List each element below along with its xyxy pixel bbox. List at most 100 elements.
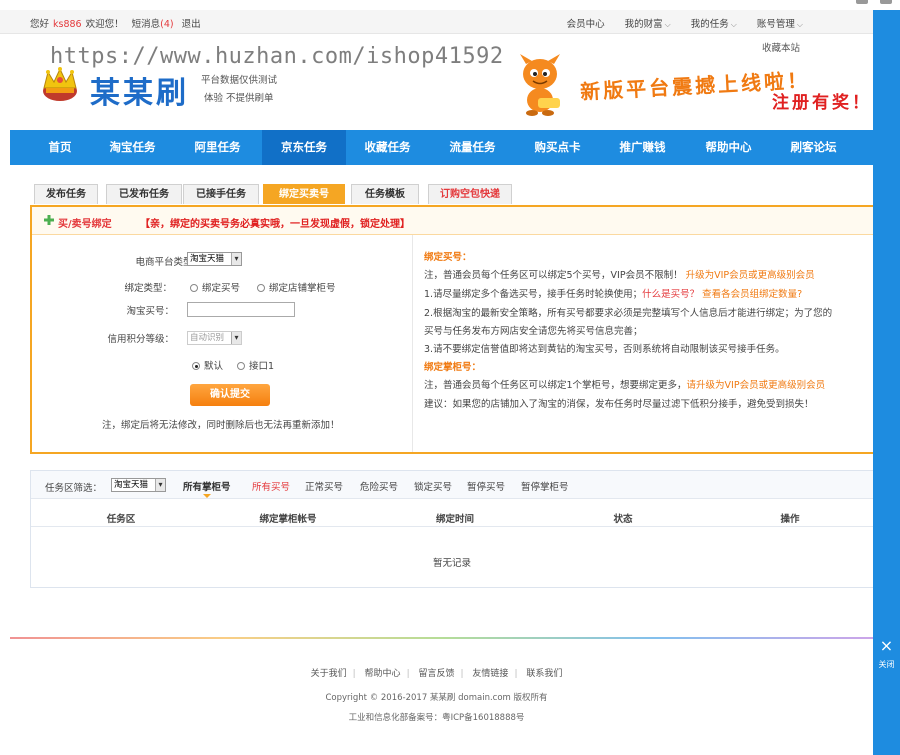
- bind-account-panel: 买/卖号绑定 【亲，绑定的买卖号务必真实哦，一旦发现虚假，锁定处理】 电商平台类…: [30, 205, 873, 454]
- footer-separator: |: [406, 669, 410, 679]
- close-icon[interactable]: ×: [873, 636, 900, 655]
- seller-info-title: 绑定掌柜号：: [424, 362, 482, 373]
- nav-buy-cards[interactable]: 购买点卡: [525, 130, 590, 165]
- tab-order-express[interactable]: 订购空包快递: [428, 184, 512, 204]
- platform-select[interactable]: 淘宝天猫: [187, 252, 242, 266]
- logout-link[interactable]: 退出: [182, 19, 201, 30]
- radio-interface-1[interactable]: 接口1: [237, 358, 274, 372]
- tab-task-templates[interactable]: 任务模板: [351, 184, 419, 204]
- promo-banner-register[interactable]: 注册有奖！: [772, 88, 872, 113]
- credit-level-select[interactable]: 自动识别: [187, 331, 242, 345]
- footer-link-help[interactable]: 帮助中心: [365, 669, 401, 679]
- footer-link-feedback[interactable]: 留言反馈: [418, 669, 454, 679]
- seller-info-line-1-text: 注，普通会员每个任务区可以绑定1个掌柜号，想要绑定更多，: [424, 380, 687, 391]
- filter-tab-paused-sellers[interactable]: 暂停掌柜号: [521, 479, 569, 493]
- buyer-info-line-4: 买号与任务发布方网店安全请您先将买号信息完善；: [424, 326, 643, 337]
- member-center-link[interactable]: 会员中心: [567, 19, 605, 30]
- footer-copyright: Copyright © 2016-2017 某某刷 domain.com 版权所…: [325, 693, 548, 703]
- nav-traffic-tasks[interactable]: 流量任务: [440, 130, 505, 165]
- user-greeting: 您好 ks886 欢迎您！ 短消息(4) 退出: [30, 16, 201, 30]
- buyer-info-title: 绑定买号：: [424, 252, 472, 263]
- filter-platform-select[interactable]: 淘宝天猫: [111, 478, 166, 492]
- filter-tab-paused-buyers[interactable]: 暂停买号: [467, 479, 505, 493]
- footer-divider: [10, 637, 873, 639]
- tab-bind-accounts[interactable]: 绑定买卖号: [263, 184, 345, 204]
- filter-tab-all-buyers[interactable]: 所有买号: [252, 479, 290, 493]
- username-link[interactable]: ks886: [53, 19, 82, 30]
- my-wealth-link[interactable]: 我的财富: [625, 19, 671, 30]
- filter-tab-normal-buyers[interactable]: 正常买号: [305, 479, 343, 493]
- record-filter-bar: 任务区筛选： 淘宝天猫 所有掌柜号 所有买号 正常买号 危险买号 锁定买号 暂停…: [31, 471, 873, 499]
- filter-tab-locked-buyers[interactable]: 锁定买号: [414, 479, 452, 493]
- footer-links: 关于我们 | 帮助中心 | 留言反馈 | 友情链接 | 联系我们: [0, 666, 873, 679]
- nav-home[interactable]: 首页: [30, 130, 90, 165]
- window-corner-icon: [880, 0, 892, 4]
- nav-favorite-tasks[interactable]: 收藏任务: [355, 130, 420, 165]
- view-bind-count-link[interactable]: 查看各会员组绑定数量?: [702, 289, 802, 300]
- radio-bind-buyer[interactable]: 绑定买号: [190, 280, 240, 294]
- upgrade-vip-link[interactable]: 升级为VIP会员或更高级别会员: [686, 270, 815, 281]
- radio-bind-seller[interactable]: 绑定店铺掌柜号: [257, 280, 336, 294]
- footer-icp[interactable]: 工业和信息化部备案号：粤ICP备16018888号: [0, 711, 873, 723]
- radio-bind-buyer-label: 绑定买号: [202, 283, 241, 294]
- logo-text[interactable]: 某某刷: [90, 68, 189, 112]
- footer-separator: |: [514, 669, 518, 679]
- buyer-info-line-3: 2.根据淘宝的最新安全策略，所有买号都要求必须是完整填写个人信息后才能进行绑定；…: [424, 308, 833, 319]
- tab-accepted-tasks[interactable]: 已接手任务: [183, 184, 259, 204]
- col-task-area: 任务区: [106, 514, 136, 525]
- buyer-account-label: 淘宝买号：: [126, 306, 174, 317]
- radio-default-label: 默认: [204, 361, 224, 372]
- panel-warning: 【亲，绑定的买卖号务必真实哦，一旦发现虚假，锁定处理】: [140, 219, 410, 230]
- close-label[interactable]: 关闭: [873, 659, 900, 670]
- radio-interface-default[interactable]: 默认: [192, 358, 223, 372]
- bind-type-label: 绑定类型：: [124, 283, 172, 294]
- col-status: 状态: [613, 514, 633, 525]
- account-manage-link[interactable]: 账号管理: [757, 19, 803, 30]
- filter-tab-all-sellers[interactable]: 所有掌柜号: [183, 479, 231, 498]
- footer-link-friends[interactable]: 友情链接: [472, 669, 508, 679]
- panel-title: 买/卖号绑定: [58, 219, 112, 230]
- greeting-text: 您好: [30, 19, 50, 30]
- nav-taobao-tasks[interactable]: 淘宝任务: [100, 130, 165, 165]
- nav-ali-tasks[interactable]: 阿里任务: [185, 130, 250, 165]
- seller-info-line-1: 注，普通会员每个任务区可以绑定1个掌柜号，想要绑定更多，请升级为VIP会员或更高…: [424, 377, 825, 391]
- nav-forum[interactable]: 刷客论坛: [781, 130, 846, 165]
- top-bar: 您好ks886欢迎您！ 短消息(4) 退出 会员中心 我的财富 我的任务 账号管理: [0, 10, 873, 34]
- tab-publish-task[interactable]: 发布任务: [34, 184, 98, 204]
- col-bind-time: 绑定时间: [435, 514, 475, 525]
- footer-separator: |: [352, 669, 356, 679]
- mascot-icon: [520, 54, 560, 116]
- footer-link-contact[interactable]: 联系我们: [526, 669, 562, 679]
- submit-button[interactable]: 确认提交: [190, 384, 270, 406]
- my-tasks-link[interactable]: 我的任务: [691, 19, 737, 30]
- radio-dot: [190, 284, 198, 292]
- messages-link[interactable]: 短消息(4): [132, 19, 174, 30]
- nav-jd-tasks[interactable]: 京东任务: [262, 130, 346, 165]
- bind-note: 注，绑定后将无法修改，同时删除后也无法再重新添加！: [102, 420, 340, 431]
- nav-help-center[interactable]: 帮助中心: [696, 130, 761, 165]
- buyer-info-line-5: 3.请不要绑定信誉值即将达到黄钻的淘宝买号，否则系统将自动限制该买号接手任务。: [424, 344, 785, 355]
- filter-tab-risky-buyers[interactable]: 危险买号: [360, 479, 398, 493]
- panel-header: 买/卖号绑定 【亲，绑定的买卖号务必真实哦，一旦发现虚假，锁定处理】: [32, 207, 873, 235]
- main-nav: 首页 淘宝任务 阿里任务 京东任务 收藏任务 流量任务 购买点卡 推广赚钱 帮助…: [10, 130, 873, 165]
- favorite-link[interactable]: 收藏本站: [762, 40, 800, 54]
- radio-interface-1-label: 接口1: [249, 361, 275, 372]
- nav-promote-earn[interactable]: 推广赚钱: [610, 130, 675, 165]
- footer-link-about[interactable]: 关于我们: [311, 669, 347, 679]
- record-table-header: 任务区 绑定掌柜帐号 绑定时间 状态 操作: [31, 507, 873, 527]
- credit-level-label: 信用积分等级：: [107, 334, 174, 345]
- what-is-buyer-link[interactable]: 什么是买号？: [642, 289, 699, 300]
- messages-count: (4): [160, 19, 174, 30]
- crown-logo-icon: [43, 67, 77, 101]
- right-float-bar: × 关闭: [873, 10, 900, 755]
- logo-subtitle-1: 平台数据仅供测试: [201, 75, 278, 86]
- buyer-account-input[interactable]: [187, 302, 295, 317]
- logo-subtitle-2: 体验 不提供刷单: [204, 93, 274, 104]
- welcome-text: 欢迎您！: [85, 19, 124, 30]
- buyer-info-line-1-text: 注，普通会员每个任务区可以绑定5个买号，VIP会员不限制！: [424, 270, 683, 281]
- seller-upgrade-vip-link[interactable]: 请升级为VIP会员或更高级别会员: [687, 380, 826, 391]
- platform-label: 电商平台类型：: [135, 257, 202, 268]
- plus-icon: [44, 215, 54, 225]
- tab-published-tasks[interactable]: 已发布任务: [106, 184, 182, 204]
- col-actions: 操作: [780, 514, 800, 525]
